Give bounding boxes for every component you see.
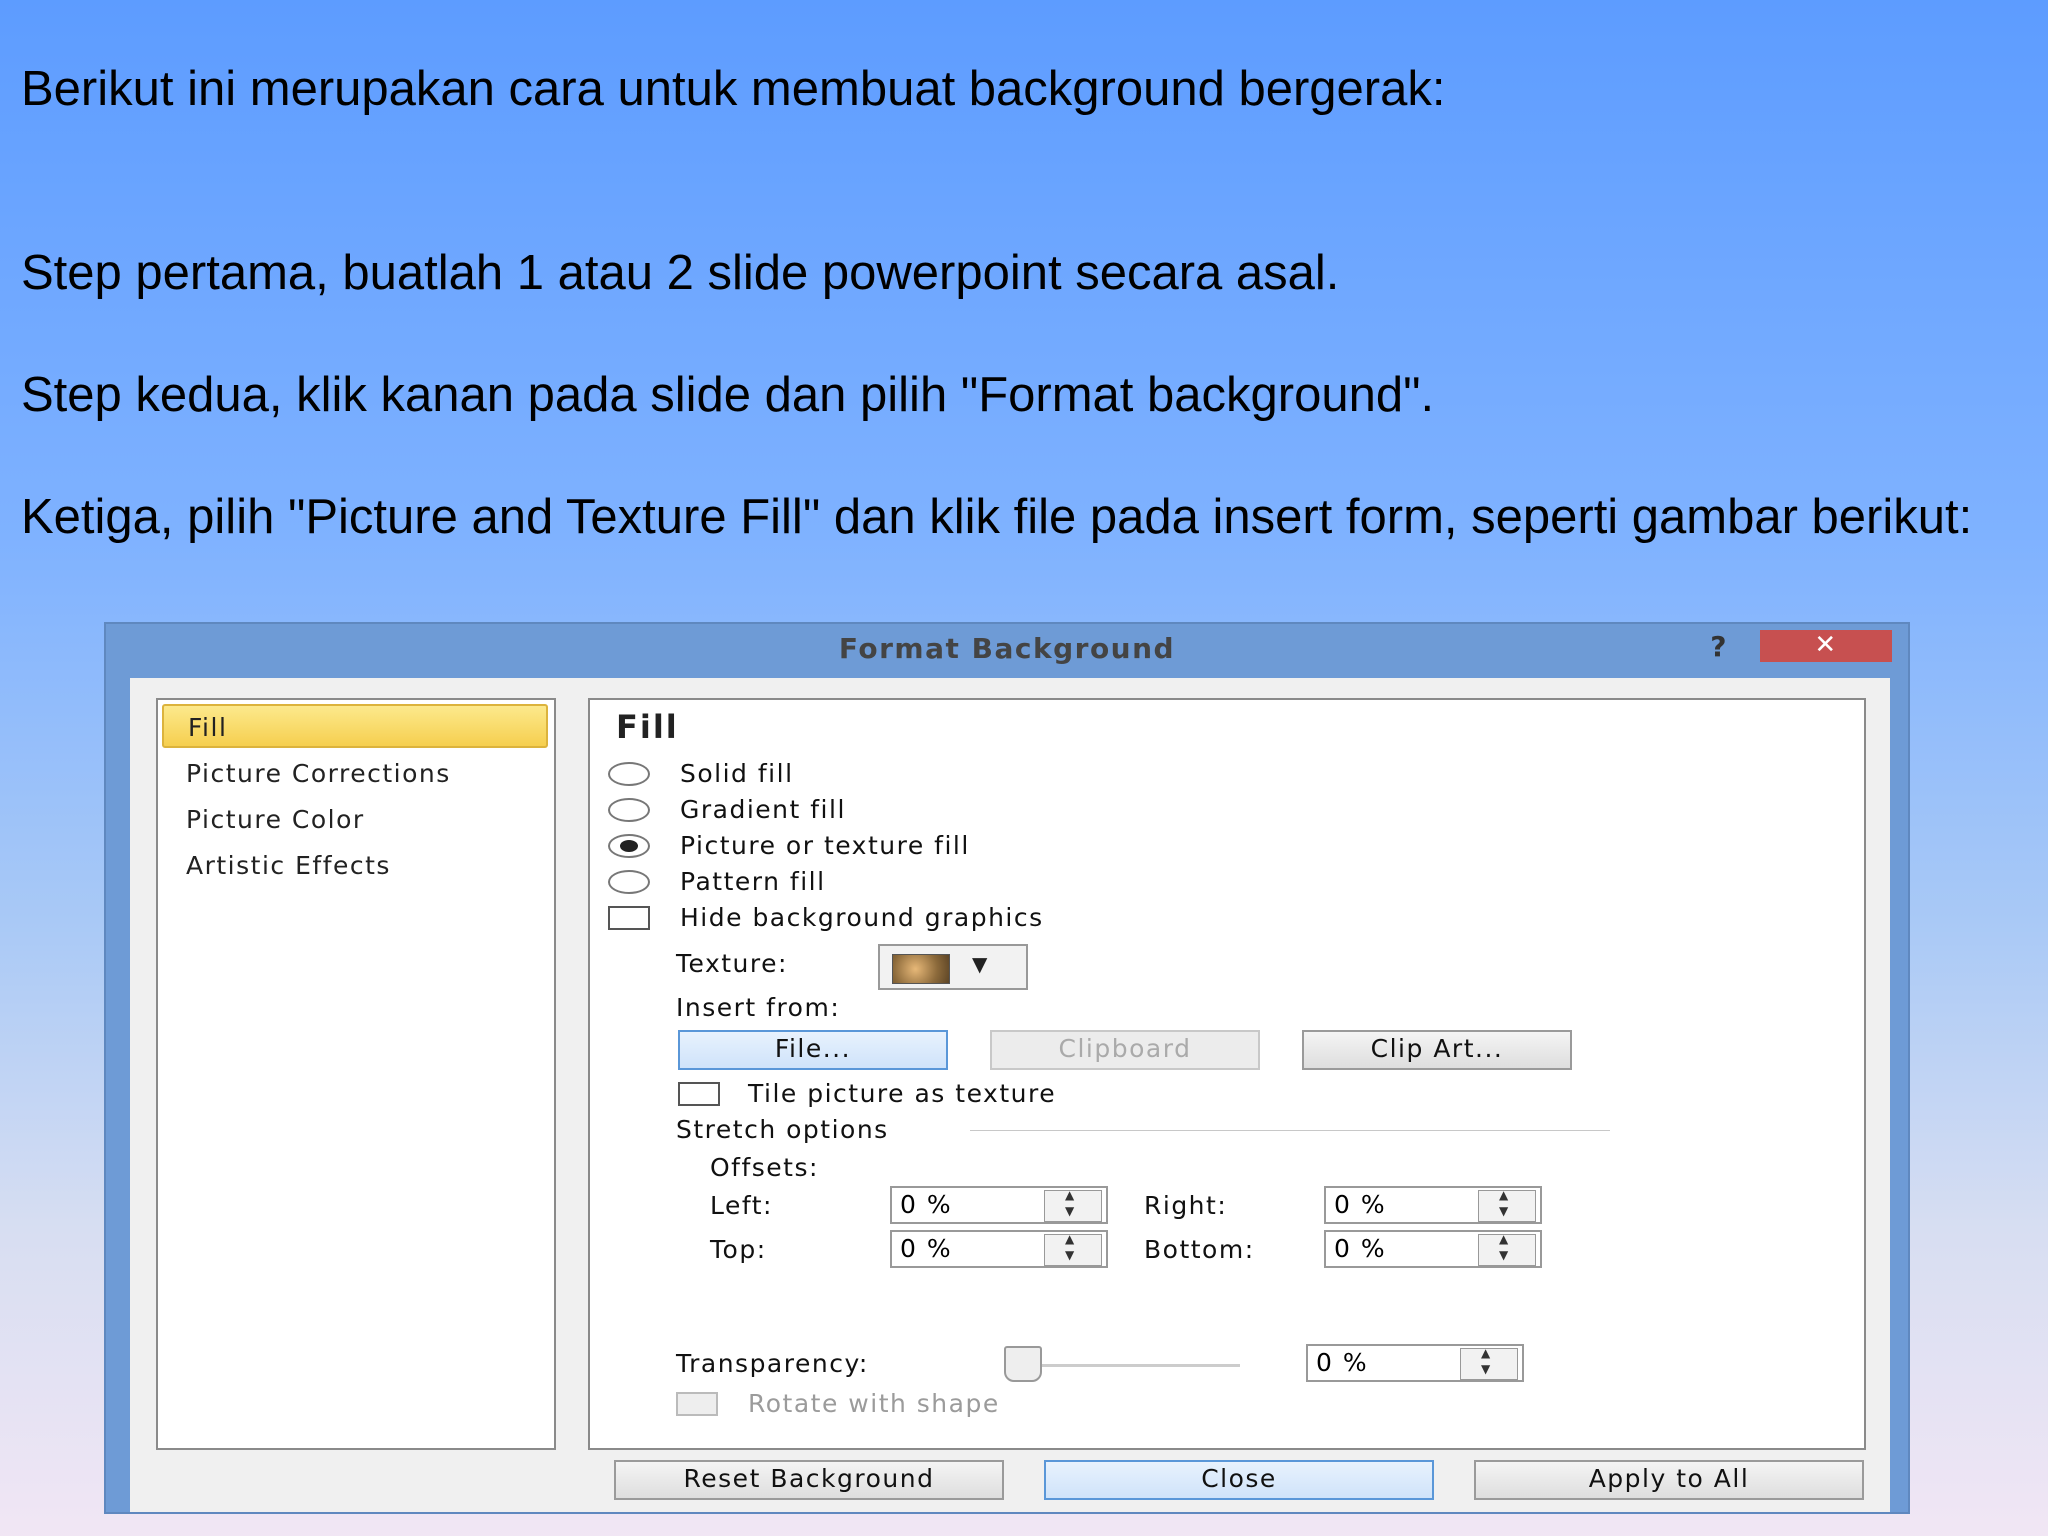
nav-item-picture-corrections[interactable]: Picture Corrections (162, 752, 548, 796)
rotate-with-shape-checkbox[interactable] (676, 1392, 718, 1416)
solid-fill-label[interactable]: Solid fill (680, 758, 794, 790)
top-offset-label: Top: (710, 1235, 767, 1264)
transparency-label: Transparency: (676, 1349, 869, 1378)
clipboard-button[interactable]: Clipboard (990, 1030, 1260, 1070)
dialog-title: Format Background (838, 632, 1176, 665)
dialog-client: Fill Picture Corrections Picture Color A… (130, 678, 1890, 1512)
step-one-line: Step pertama, buatlah 1 atau 2 slide pow… (21, 246, 1340, 300)
stretch-divider (970, 1130, 1610, 1131)
reset-background-button[interactable]: Reset Background (614, 1460, 1004, 1500)
nav-item-artistic-effects[interactable]: Artistic Effects (162, 844, 548, 888)
transparency-slider-track[interactable] (1010, 1364, 1240, 1367)
help-icon[interactable]: ? (1710, 630, 1728, 663)
right-offset-value: 0 % (1334, 1190, 1387, 1219)
bottom-offset-label: Bottom: (1144, 1235, 1255, 1264)
apply-to-all-button[interactable]: Apply to All (1474, 1460, 1864, 1500)
solid-fill-radio[interactable] (608, 762, 650, 786)
format-background-dialog: Format Background ? ✕ Fill Picture Corre… (104, 622, 1910, 1514)
tile-picture-label[interactable]: Tile picture as texture (748, 1078, 1056, 1110)
step-three-line: Ketiga, pilih "Picture and Texture Fill"… (21, 490, 1973, 544)
category-list: Fill Picture Corrections Picture Color A… (156, 698, 556, 1450)
transparency-spinner[interactable]: 0 % (1306, 1344, 1524, 1382)
picture-texture-fill-radio[interactable] (608, 834, 650, 858)
hide-background-graphics-checkbox[interactable] (608, 906, 650, 930)
bottom-offset-spinner[interactable]: 0 % (1324, 1230, 1542, 1268)
dialog-titlebar[interactable]: Format Background ? ✕ (106, 624, 1908, 674)
pattern-fill-label[interactable]: Pattern fill (680, 866, 826, 898)
bottom-offset-value: 0 % (1334, 1234, 1387, 1263)
rotate-with-shape-label: Rotate with shape (748, 1389, 1000, 1418)
spin-arrows-icon[interactable] (1044, 1188, 1102, 1222)
fill-panel: Fill Solid fill Gradient fill Picture or… (588, 698, 1866, 1450)
close-button[interactable]: Close (1044, 1460, 1434, 1500)
texture-label: Texture: (676, 949, 788, 978)
transparency-value: 0 % (1316, 1348, 1369, 1377)
chevron-down-icon: ▼ (972, 952, 989, 976)
top-offset-spinner[interactable]: 0 % (890, 1230, 1108, 1268)
gradient-fill-label[interactable]: Gradient fill (680, 794, 846, 826)
stretch-options-label: Stretch options (676, 1115, 889, 1144)
left-offset-label: Left: (710, 1191, 773, 1220)
nav-item-fill[interactable]: Fill (162, 704, 548, 748)
spin-arrows-icon[interactable] (1044, 1232, 1102, 1266)
file-button[interactable]: File... (678, 1030, 948, 1070)
pattern-fill-radio[interactable] (608, 870, 650, 894)
texture-dropdown[interactable]: ▼ (878, 944, 1028, 990)
insert-from-label: Insert from: (676, 993, 841, 1022)
spin-arrows-icon[interactable] (1478, 1188, 1536, 1222)
step-two-line: Step kedua, klik kanan pada slide dan pi… (21, 368, 1435, 422)
intro-line: Berikut ini merupakan cara untuk membuat… (21, 62, 1446, 116)
close-icon[interactable]: ✕ (1760, 630, 1892, 662)
clip-art-button[interactable]: Clip Art... (1302, 1030, 1572, 1070)
tile-picture-checkbox[interactable] (678, 1082, 720, 1106)
left-offset-spinner[interactable]: 0 % (890, 1186, 1108, 1224)
hide-background-graphics-label[interactable]: Hide background graphics (680, 902, 1044, 934)
left-offset-value: 0 % (900, 1190, 953, 1219)
top-offset-value: 0 % (900, 1234, 953, 1263)
transparency-slider-thumb[interactable] (1004, 1346, 1042, 1382)
right-offset-label: Right: (1144, 1191, 1228, 1220)
spin-arrows-icon[interactable] (1478, 1232, 1536, 1266)
right-offset-spinner[interactable]: 0 % (1324, 1186, 1542, 1224)
spin-arrows-icon[interactable] (1460, 1346, 1518, 1380)
offsets-label: Offsets: (710, 1153, 819, 1182)
nav-item-picture-color[interactable]: Picture Color (162, 798, 548, 842)
gradient-fill-radio[interactable] (608, 798, 650, 822)
panel-title: Fill (616, 708, 679, 746)
texture-swatch (892, 954, 950, 984)
picture-texture-fill-label[interactable]: Picture or texture fill (680, 830, 970, 862)
